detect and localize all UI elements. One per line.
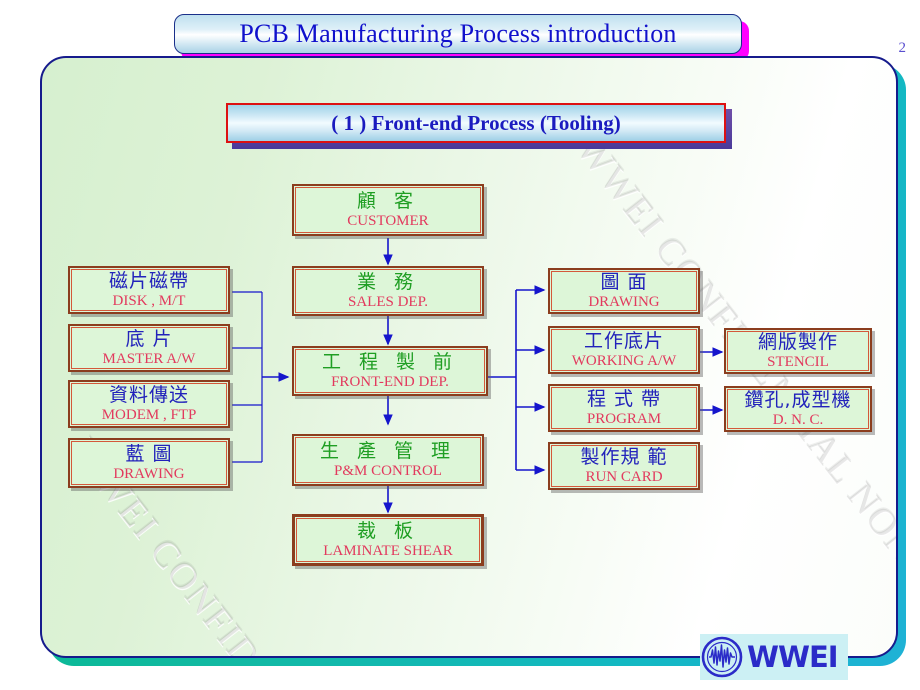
- page-title: PCB Manufacturing Process introduction: [239, 19, 677, 48]
- node-label-cn: 網版製作: [757, 331, 838, 354]
- flow-node-blueprint-drawing[interactable]: 藍 圖 DRAWING: [68, 438, 230, 488]
- node-label-cn: 工作底片: [583, 330, 664, 353]
- node-label-en: RUN CARD: [585, 468, 663, 485]
- flow-node-customer[interactable]: 顧 客 CUSTOMER: [292, 184, 484, 236]
- node-label-en: P&M CONTROL: [334, 462, 442, 479]
- waveform-circle-icon: [701, 636, 743, 678]
- node-label-cn: 製作規 範: [580, 446, 668, 469]
- flow-node-program[interactable]: 程 式 帶 PROGRAM: [548, 384, 700, 432]
- flow-node-working-aw[interactable]: 工作底片 WORKING A/W: [548, 326, 700, 374]
- flow-node-master-aw[interactable]: 底 片 MASTER A/W: [68, 324, 230, 372]
- flow-node-dnc[interactable]: 鑽孔,成型機 D. N. C.: [724, 386, 872, 432]
- node-label-cn: 程 式 帶: [586, 388, 662, 411]
- flow-node-laminate-shear[interactable]: 裁 板 LAMINATE SHEAR: [292, 514, 484, 566]
- flow-node-stencil[interactable]: 網版製作 STENCIL: [724, 328, 872, 374]
- node-label-cn: 工 程 製 前: [321, 351, 459, 374]
- node-label-cn: 裁 板: [356, 520, 420, 543]
- flow-node-front-end-dep[interactable]: 工 程 製 前 FRONT-END DEP.: [292, 346, 488, 396]
- page-number: 2: [898, 40, 907, 56]
- node-label-en: DRAWING: [113, 465, 185, 482]
- node-label-en: D. N. C.: [772, 411, 824, 428]
- node-label-cn: 圖 面: [600, 271, 648, 294]
- flow-node-drawing[interactable]: 圖 面 DRAWING: [548, 268, 700, 314]
- node-label-en: DRAWING: [588, 293, 660, 310]
- node-label-en: LAMINATE SHEAR: [323, 542, 453, 559]
- node-label-en: FRONT-END DEP.: [331, 373, 449, 390]
- slide-title-banner: PCB Manufacturing Process introduction: [174, 14, 742, 54]
- node-label-cn: 生 產 管 理: [319, 440, 457, 463]
- node-label-en: PROGRAM: [586, 410, 662, 427]
- node-label-en: DISK , M/T: [112, 292, 186, 309]
- node-label-en: MASTER A/W: [102, 350, 196, 367]
- node-label-cn: 藍 圖: [125, 443, 173, 466]
- flow-node-modem-ftp[interactable]: 資料傳送 MODEM , FTP: [68, 380, 230, 428]
- node-label-en: MODEM , FTP: [101, 406, 197, 423]
- node-label-en: SALES DEP.: [347, 293, 429, 310]
- flow-node-disk-mt[interactable]: 磁片磁帶 DISK , M/T: [68, 266, 230, 314]
- subtitle-banner: ( 1 ) Front-end Process (Tooling): [226, 103, 726, 143]
- node-label-cn: 磁片磁帶: [108, 270, 189, 293]
- node-label-cn: 底 片: [125, 328, 173, 351]
- node-label-en: WORKING A/W: [571, 352, 677, 369]
- subtitle-text: ( 1 ) Front-end Process (Tooling): [331, 110, 621, 135]
- node-label-cn: 資料傳送: [108, 384, 189, 407]
- node-label-cn: 業 務: [356, 271, 420, 294]
- flow-node-run-card[interactable]: 製作規 範 RUN CARD: [548, 442, 700, 490]
- node-label-cn: 鑽孔,成型機: [744, 389, 852, 412]
- flow-node-sales-dep[interactable]: 業 務 SALES DEP.: [292, 266, 484, 316]
- flow-node-pm-control[interactable]: 生 產 管 理 P&M CONTROL: [292, 434, 484, 486]
- node-label-en: CUSTOMER: [347, 212, 429, 229]
- node-label-cn: 顧 客: [356, 190, 420, 213]
- node-label-en: STENCIL: [767, 353, 829, 370]
- logo-text: WWEI: [747, 640, 839, 674]
- company-logo: WWEI: [700, 634, 848, 680]
